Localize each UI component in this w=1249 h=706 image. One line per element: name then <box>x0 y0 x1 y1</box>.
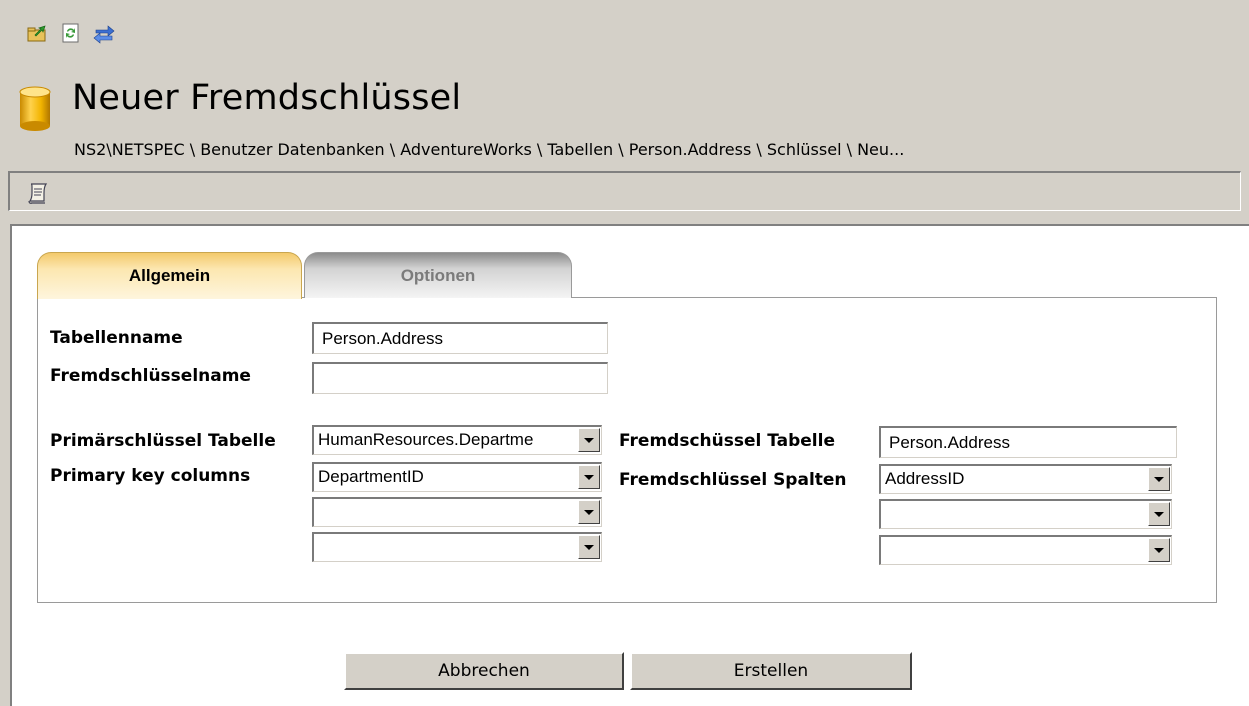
tab-allgemein[interactable]: Allgemein <box>37 252 302 299</box>
fk-name-label: Fremdschlüsselname <box>50 366 251 386</box>
action-toolbar <box>8 171 1241 211</box>
chevron-down-icon[interactable] <box>1148 467 1170 491</box>
pk-table-value: HumanResources.Departme <box>318 430 534 449</box>
fk-column-select-3[interactable] <box>879 535 1172 565</box>
chevron-down-icon[interactable] <box>1148 538 1170 562</box>
table-name-field[interactable]: Person.Address <box>312 322 608 354</box>
fk-column-select-2[interactable] <box>879 499 1172 529</box>
fk-table-field[interactable]: Person.Address <box>879 426 1177 458</box>
chevron-down-icon[interactable] <box>578 428 600 452</box>
pk-column-select-2[interactable] <box>312 497 602 527</box>
pk-column-value-1: DepartmentID <box>318 467 424 486</box>
script-icon[interactable] <box>26 181 50 205</box>
breadcrumb: NS2\NETSPEC \ Benutzer Datenbanken \ Adv… <box>74 140 905 159</box>
pk-column-select-3[interactable] <box>312 532 602 562</box>
fk-table-label: Fremdschüssel Tabelle <box>619 431 835 451</box>
chevron-down-icon[interactable] <box>578 500 600 524</box>
fk-column-value-1: AddressID <box>885 469 965 488</box>
export-icon[interactable] <box>26 22 48 44</box>
pk-columns-label: Primary key columns <box>50 466 251 486</box>
cancel-button[interactable]: Abbrechen <box>344 652 624 690</box>
page-title: Neuer Fremdschlüssel <box>72 78 462 118</box>
chevron-down-icon[interactable] <box>578 465 600 489</box>
create-button[interactable]: Erstellen <box>630 652 912 690</box>
tab-optionen[interactable]: Optionen <box>304 252 572 298</box>
table-name-label: Tabellenname <box>50 328 183 348</box>
pk-column-select-1[interactable]: DepartmentID <box>312 462 602 492</box>
sync-icon[interactable] <box>92 22 115 44</box>
pk-table-select[interactable]: HumanResources.Departme <box>312 425 602 455</box>
fk-column-select-1[interactable]: AddressID <box>879 464 1172 494</box>
fk-columns-label: Fremdschlüssel Spalten <box>619 470 847 490</box>
refresh-icon[interactable] <box>60 22 82 44</box>
chevron-down-icon[interactable] <box>1148 502 1170 526</box>
database-icon <box>18 85 52 133</box>
fk-name-field[interactable] <box>312 362 608 394</box>
chevron-down-icon[interactable] <box>578 535 600 559</box>
pk-table-label: Primärschlüssel Tabelle <box>50 431 276 451</box>
